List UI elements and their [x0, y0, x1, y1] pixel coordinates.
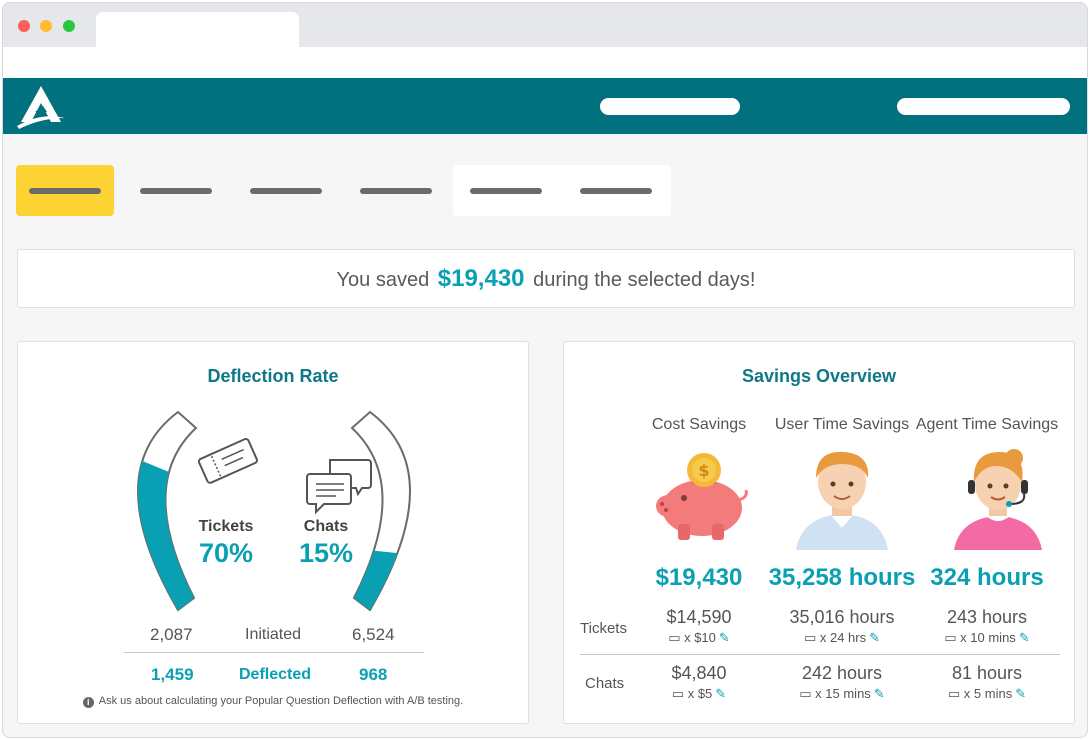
chats-user-time-multiplier[interactable]: ▭ x 15 mins ✎: [770, 686, 914, 702]
chats-cost-value: $4,840: [671, 663, 727, 683]
multiplier-text: x 10 mins: [960, 630, 1016, 645]
tab-placeholder: [360, 188, 432, 194]
edit-pencil-icon[interactable]: ✎: [874, 686, 885, 701]
tab-placeholder: [140, 188, 212, 194]
ticket-icon: [197, 437, 258, 484]
chats-agent-time-value: 81 hours: [951, 663, 1023, 683]
divider: [580, 654, 1060, 655]
edit-pencil-icon[interactable]: ✎: [869, 630, 880, 645]
tickets-percent: 70%: [198, 538, 254, 568]
tickets-agent-time-value: 243 hours: [946, 607, 1028, 627]
edit-pencil-icon[interactable]: ✎: [1015, 686, 1026, 701]
chats-cost-multiplier[interactable]: ▭ x $5 ✎: [634, 686, 764, 702]
chats-deflected-value: 968: [359, 665, 388, 684]
tickets-user-time-multiplier[interactable]: ▭ x 24 hrs ✎: [770, 630, 914, 646]
app-header: [3, 78, 1087, 134]
tab-placeholder: [470, 188, 542, 194]
piggy-bank-icon: $: [656, 453, 748, 540]
deflection-gauges: [137, 410, 411, 612]
maximize-window-button[interactable]: [63, 20, 75, 32]
chat-bubbles-icon: [306, 459, 372, 515]
user-time-savings-header: User Time Savings: [774, 416, 910, 433]
edit-pencil-icon[interactable]: ✎: [715, 686, 726, 701]
tab[interactable]: [356, 165, 436, 216]
user-avatar-icon: [796, 451, 888, 550]
tickets-cost-multiplier[interactable]: ▭ x $10 ✎: [634, 630, 764, 646]
tab[interactable]: [246, 165, 326, 216]
banner-suffix: during the selected days!: [533, 269, 756, 291]
multiplier-text: x 24 hrs: [819, 630, 867, 645]
multiplier-text: x $5: [687, 686, 713, 701]
agent-time-savings-header: Agent Time Savings: [915, 416, 1059, 433]
tickets-label: Tickets: [198, 518, 254, 535]
browser-titlebar: [3, 3, 1087, 47]
svg-text:$: $: [698, 461, 709, 480]
report-tabs: [15, 165, 671, 216]
chats-percent: 15%: [298, 538, 354, 568]
info-icon: i: [82, 697, 94, 708]
agent-time-savings-total: 324 hours: [930, 564, 1044, 591]
tickets-row-label: Tickets: [580, 620, 627, 637]
chats-user-time-value: 242 hours: [801, 663, 883, 683]
tab-placeholder: [29, 188, 101, 194]
browser-window: You saved $19,430 during the selected da…: [2, 2, 1088, 738]
divider: [124, 652, 424, 653]
user-time-savings-total: 35,258 hours: [768, 564, 916, 591]
deflection-rate-card: Deflection Rate Tickets 70% Chats 15% 2,…: [17, 341, 529, 724]
tickets-agent-time-multiplier[interactable]: ▭ x 10 mins ✎: [914, 630, 1060, 646]
tickets-initiated-value: 2,087: [150, 625, 193, 644]
tab[interactable]: [576, 165, 656, 216]
tickets-cost-value: $14,590: [666, 607, 732, 627]
cost-savings-total: $19,430: [655, 564, 743, 591]
edit-pencil-icon[interactable]: ✎: [1019, 630, 1030, 645]
header-nav-pill[interactable]: [600, 98, 740, 115]
tickets-gauge-fill: [138, 461, 194, 610]
app-logo[interactable]: [13, 82, 69, 130]
edit-pencil-icon[interactable]: ✎: [719, 630, 730, 645]
chats-agent-time-multiplier[interactable]: ▭ x 5 mins ✎: [914, 686, 1060, 702]
tab-active[interactable]: [16, 165, 114, 216]
tickets-deflected-value: 1,459: [151, 665, 194, 684]
tab-placeholder: [250, 188, 322, 194]
chats-label: Chats: [303, 518, 349, 535]
tab[interactable]: [136, 165, 216, 216]
multiplier-text: x 15 mins: [815, 686, 871, 701]
cost-savings-header: Cost Savings: [651, 416, 747, 433]
chats-initiated-value: 6,524: [352, 625, 395, 644]
multiplier-text: x $10: [684, 630, 716, 645]
chats-row-label: Chats: [585, 675, 625, 692]
banner-amount: $19,430: [437, 265, 525, 292]
savings-overview-card: Savings Overview Cost Savings User Time …: [563, 341, 1075, 724]
note-text: Ask us about calculating your Popular Qu…: [98, 695, 464, 707]
banner-prefix: You saved: [336, 269, 430, 291]
close-window-button[interactable]: [18, 20, 30, 32]
savings-title: Savings Overview: [741, 366, 897, 386]
header-nav-pill[interactable]: [897, 98, 1070, 115]
ab-testing-note: i Ask us about calculating your Popular Q…: [18, 695, 528, 708]
initiated-label: Initiated: [245, 626, 302, 643]
address-bar: [3, 47, 1087, 78]
browser-tab[interactable]: [96, 12, 299, 47]
agent-avatar-icon: [954, 449, 1042, 550]
multiplier-text: x 5 mins: [963, 686, 1013, 701]
deflected-label: Deflected: [239, 666, 312, 683]
savings-banner: You saved $19,430 during the selected da…: [17, 249, 1075, 308]
tab-placeholder: [580, 188, 652, 194]
minimize-window-button[interactable]: [40, 20, 52, 32]
tickets-user-time-value: 35,016 hours: [789, 607, 895, 627]
tab[interactable]: [466, 165, 546, 216]
